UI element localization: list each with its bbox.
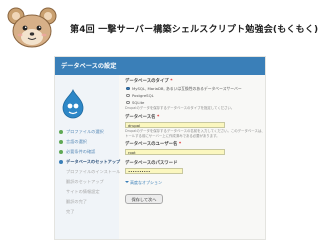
db-type-option-sqlite[interactable]: SQLite xyxy=(125,99,263,106)
step-install-profile: プロファイルのインストール xyxy=(66,169,121,174)
db-type-option-postgresql[interactable]: PostgreSQL xyxy=(125,92,263,99)
radio-unselected[interactable] xyxy=(126,93,130,98)
expand-triangle-icon xyxy=(125,181,129,184)
advanced-options-toggle[interactable]: 高度なオプション xyxy=(125,179,263,186)
slide-title: 第4回 一撃サーバー構築シェルスクリプト勉強会(もくもく) xyxy=(70,25,319,35)
step-current-icon xyxy=(59,160,63,164)
db-name-help-line1: Drupalのデータを保存するデータベースの名前を入力してください。このデータベ… xyxy=(125,129,263,133)
step-database: データベースのセットアップ xyxy=(57,157,120,167)
step-translation-finish: 翻訳の完了 xyxy=(66,199,87,204)
installer-header: データベースの設定 xyxy=(55,57,265,75)
step-check-icon xyxy=(59,150,63,154)
db-type-option-mysql[interactable]: MySQL, MariaDB, あるいは互換性のあるデータベースサーバー xyxy=(125,85,263,92)
step-finished: 完了 xyxy=(66,209,75,214)
install-steps: プロファイルの選択 言語の選択 必要条件の確認 データベースのセットアップ プロ… xyxy=(57,127,121,217)
radio-unselected[interactable] xyxy=(126,100,130,105)
step-check-icon xyxy=(59,140,63,144)
save-and-continue-button[interactable]: 保存して次へ xyxy=(125,194,163,204)
step-check-icon xyxy=(59,130,63,134)
page-title: データベースの設定 xyxy=(61,63,117,70)
mascot-icon xyxy=(7,7,57,48)
db-user-label: データベースのユーザー名 * xyxy=(125,142,182,147)
step-translation-setup: 翻訳のセットアップ xyxy=(66,179,104,184)
installer-window: データベースの設定 プロファイルの選択 言語の選択 必要条件の確認 データベース… xyxy=(54,56,266,240)
db-name-label: データベース名 * xyxy=(125,114,160,120)
db-name-input[interactable]: drupal xyxy=(125,121,225,128)
database-form: データベースのタイプ * MySQL, MariaDB, あるいは互換性のあるデ… xyxy=(125,79,263,239)
installer-sidebar: プロファイルの選択 言語の選択 必要条件の確認 データベースのセットアップ プロ… xyxy=(55,75,121,239)
radio-selected[interactable] xyxy=(126,86,130,91)
step-language: 言語の選択 xyxy=(57,137,119,147)
db-user-input[interactable]: root xyxy=(125,149,225,155)
step-profile: プロファイルの選択 xyxy=(57,127,119,137)
db-password-input[interactable]: •••••••••• xyxy=(125,167,183,174)
db-password-label: データベースのパスワード xyxy=(125,160,178,166)
step-requirements: 必要条件の確認 xyxy=(57,147,119,157)
drupal-logo-icon xyxy=(62,89,84,119)
step-site-config: サイトの情報設定 xyxy=(66,189,100,194)
